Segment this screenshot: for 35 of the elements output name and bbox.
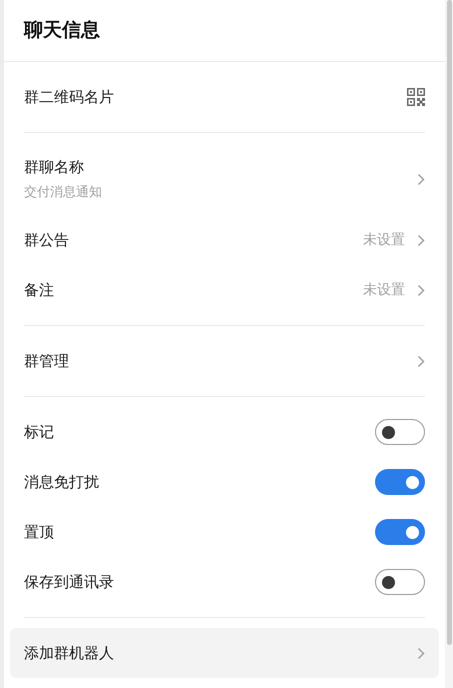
chevron-right-icon [417, 234, 425, 246]
item-label: 添加群机器人 [24, 642, 114, 664]
scrollbar[interactable] [445, 0, 453, 688]
chevron-right-icon [417, 354, 425, 368]
item-label: 标记 [24, 422, 54, 443]
menu-item[interactable]: 备注 未设置 [4, 265, 445, 315]
toggle-switch[interactable] [375, 419, 425, 445]
item-label: 置顶 [24, 522, 54, 543]
item-label: 群管理 [24, 350, 69, 372]
toggle-switch[interactable] [375, 519, 425, 545]
setting-row[interactable]: 保存到通讯录 [4, 557, 445, 607]
item-label: 群聊名称 [24, 157, 85, 178]
toggle-switch[interactable] [375, 569, 425, 595]
panel-title: 聊天信息 [24, 18, 100, 44]
menu-item[interactable]: 群二维码名片 [4, 72, 445, 122]
setting-row[interactable]: 置顶 [4, 507, 445, 557]
menu-item[interactable]: 群公告 未设置 [4, 215, 445, 265]
setting-row[interactable]: 消息免打扰 [4, 457, 445, 507]
item-subtitle: 交付消息通知 [24, 184, 102, 202]
item-label: 保存到通讯录 [24, 572, 114, 593]
item-value: 未设置 [363, 230, 405, 250]
item-label: 群公告 [24, 230, 69, 251]
toggle-switch[interactable] [375, 469, 425, 495]
menu-item[interactable]: 群聊名称 交付消息通知 [4, 143, 445, 215]
qr-code-icon[interactable] [407, 88, 425, 106]
item-value: 未设置 [363, 280, 405, 300]
item-label: 备注 [24, 280, 54, 301]
item-label: 群二维码名片 [24, 86, 114, 108]
chevron-right-icon [417, 646, 425, 660]
menu-item[interactable]: 群管理 [4, 336, 445, 386]
chevron-right-icon [417, 284, 425, 296]
setting-row[interactable]: 标记 [4, 407, 445, 457]
chevron-right-icon [417, 172, 425, 186]
menu-item[interactable]: 添加群机器人 [10, 628, 439, 678]
item-label: 消息免打扰 [24, 472, 99, 493]
